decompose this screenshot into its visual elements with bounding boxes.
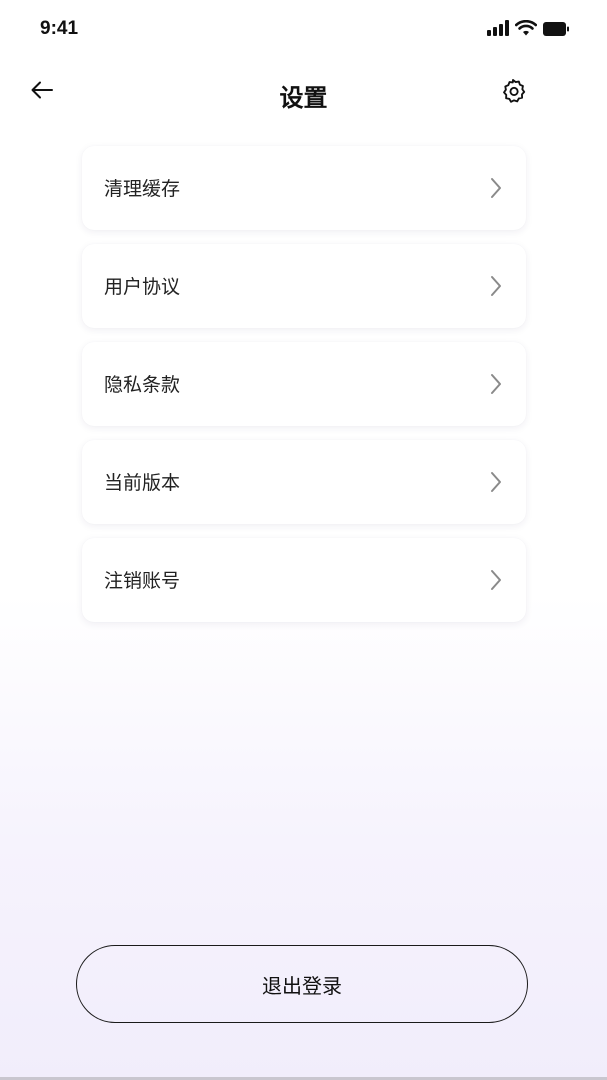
menu-item-current-version[interactable]: 当前版本	[82, 440, 526, 524]
menu-item-delete-account[interactable]: 注销账号	[82, 538, 526, 622]
logout-label: 退出登录	[262, 973, 342, 998]
chevron-right-icon	[488, 568, 504, 592]
status-bar: 9:41	[0, 0, 607, 60]
signal-icon	[487, 20, 509, 40]
menu-item-label: 注销账号	[104, 570, 181, 592]
status-icons	[487, 19, 569, 40]
settings-menu: 清理缓存 用户协议 隐私条款 当前版本 注销账号	[82, 146, 526, 636]
battery-icon	[543, 21, 569, 40]
chevron-right-icon	[488, 372, 504, 396]
menu-item-label: 当前版本	[104, 472, 181, 494]
settings-button[interactable]	[497, 77, 529, 109]
wifi-icon	[514, 19, 538, 40]
menu-item-privacy-policy[interactable]: 隐私条款	[82, 342, 526, 426]
menu-item-clear-cache[interactable]: 清理缓存	[82, 146, 526, 230]
menu-item-label: 隐私条款	[104, 374, 181, 396]
menu-item-label: 用户协议	[104, 276, 181, 298]
status-time: 9:41	[40, 18, 79, 39]
logout-button[interactable]: 退出登录	[76, 945, 528, 1023]
gear-icon	[499, 77, 527, 109]
chevron-right-icon	[488, 274, 504, 298]
menu-item-label: 清理缓存	[104, 178, 181, 200]
menu-item-user-agreement[interactable]: 用户协议	[82, 244, 526, 328]
chevron-right-icon	[488, 470, 504, 494]
nav-bar: 设置	[0, 62, 607, 128]
chevron-right-icon	[488, 176, 504, 200]
